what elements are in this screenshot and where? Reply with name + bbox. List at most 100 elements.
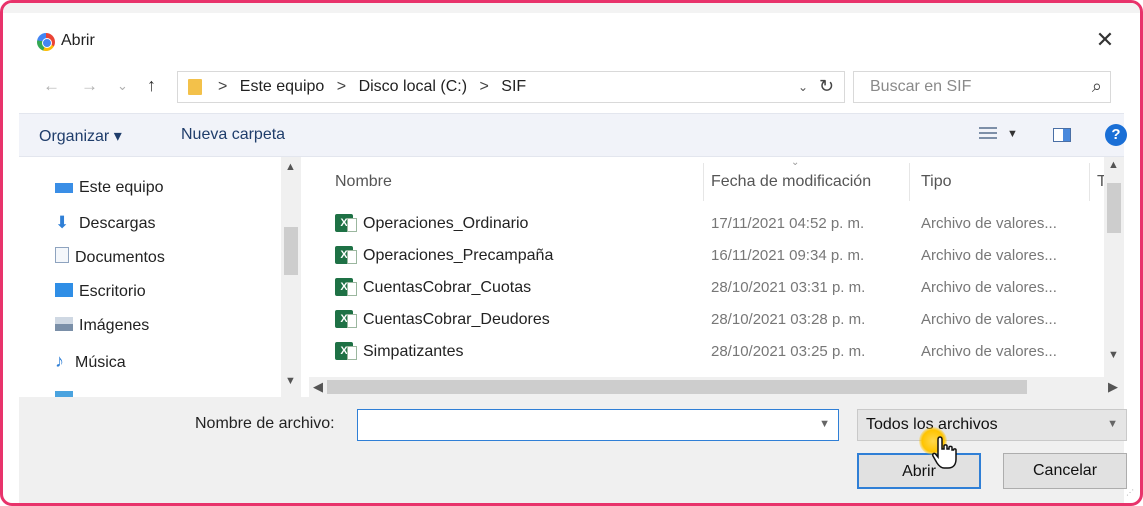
sidebar-item-label: Documentos (75, 249, 165, 266)
scroll-left-icon[interactable]: ◀ (313, 379, 323, 395)
breadcrumb-separator: > (479, 78, 489, 95)
address-bar[interactable]: > Este equipo > Disco local (C:) > SIF ⌄… (177, 71, 845, 103)
close-icon[interactable]: ✕ (1090, 27, 1120, 53)
sidebar-item-partial[interactable] (55, 385, 79, 397)
sidebar-item-descargas[interactable]: ⬇ Descargas (55, 213, 155, 237)
refresh-icon[interactable]: ↻ (819, 76, 834, 97)
breadcrumb-sif[interactable]: SIF (501, 78, 526, 95)
file-name: CuentasCobrar_Cuotas (363, 279, 532, 296)
excel-file-icon: X (335, 214, 357, 232)
filename-label: Nombre de archivo: (195, 415, 335, 432)
scroll-down-icon[interactable]: ▼ (285, 375, 296, 387)
file-date: 28/10/2021 03:31 p. m. (711, 279, 866, 296)
excel-file-icon: X (335, 278, 357, 296)
file-type: Archivo de valores... (921, 247, 1057, 264)
cancel-button[interactable]: Cancelar (1003, 453, 1127, 489)
up-arrow-icon[interactable]: ↑ (147, 75, 156, 96)
desktop-icon (55, 283, 73, 297)
column-divider[interactable] (909, 163, 910, 201)
documents-icon (55, 247, 69, 263)
scroll-up-icon[interactable]: ▲ (1108, 159, 1119, 171)
column-header-type[interactable]: Tipo (921, 173, 952, 191)
search-input[interactable]: Buscar en SIF ⌕ (853, 71, 1111, 103)
new-folder-button[interactable]: Nueva carpeta (181, 126, 285, 144)
breadcrumb-separator: > (336, 78, 347, 95)
computer-icon (55, 183, 73, 193)
file-date: 28/10/2021 03:25 p. m. (711, 343, 866, 360)
breadcrumb: > Este equipo > Disco local (C:) > SIF (210, 78, 526, 96)
chevron-down-icon[interactable]: ⌄ (798, 80, 808, 94)
pictures-icon (55, 317, 73, 331)
sidebar-scrollbar[interactable]: ▲ ▼ (281, 157, 301, 397)
breadcrumb-disco-local[interactable]: Disco local (C:) (359, 78, 467, 95)
horizontal-scroll-thumb[interactable] (327, 380, 1027, 394)
title-bar: Abrir ✕ (19, 23, 1124, 63)
download-icon: ⬇ (55, 213, 70, 232)
file-list-horizontal-scrollbar[interactable]: ◀ ▶ (309, 377, 1124, 397)
sidebar-item-documentos[interactable]: Documentos (55, 247, 165, 271)
command-toolbar: Organizar ▾ Nueva carpeta ▼ ? (19, 113, 1127, 157)
sidebar-item-label: Escritorio (79, 283, 146, 300)
preview-pane-icon[interactable] (1053, 128, 1071, 142)
sidebar-item-este-equipo[interactable]: Este equipo (55, 179, 164, 203)
column-divider[interactable] (703, 163, 704, 201)
scroll-down-icon[interactable]: ▼ (1108, 349, 1119, 361)
chevron-down-icon[interactable]: ▼ (819, 418, 830, 430)
filename-input[interactable]: ▼ (357, 409, 839, 441)
file-name: Simpatizantes (363, 343, 464, 360)
breadcrumb-separator: > (218, 78, 228, 95)
view-options-icon[interactable] (979, 127, 997, 141)
file-type-select[interactable]: Todos los archivos ▼ (857, 409, 1127, 441)
recent-locations-icon[interactable]: ⌄ (117, 78, 128, 94)
file-row[interactable]: X Simpatizantes 28/10/2021 03:25 p. m. A… (309, 339, 1094, 365)
file-row[interactable]: X CuentasCobrar_Cuotas 28/10/2021 03:31 … (309, 275, 1094, 301)
file-row[interactable]: X Operaciones_Precampaña 16/11/2021 09:3… (309, 243, 1094, 269)
help-icon[interactable]: ? (1105, 124, 1127, 146)
file-name: CuentasCobrar_Deudores (363, 311, 550, 328)
dialog-title: Abrir (61, 32, 95, 49)
organize-button[interactable]: Organizar ▾ (39, 126, 122, 146)
hand-cursor-icon (932, 436, 957, 469)
vertical-scroll-thumb[interactable] (1107, 183, 1121, 233)
sidebar-scroll-thumb[interactable] (284, 227, 298, 275)
forward-arrow-icon[interactable]: → (81, 76, 98, 96)
search-placeholder: Buscar en SIF (870, 78, 972, 95)
scroll-right-icon[interactable]: ▶ (1108, 379, 1118, 395)
file-type: Archivo de valores... (921, 311, 1057, 328)
sidebar-item-label: Este equipo (79, 179, 164, 196)
chevron-down-icon[interactable]: ▼ (1107, 418, 1118, 430)
file-list-vertical-scrollbar[interactable]: ▲ ▼ (1104, 157, 1124, 377)
search-icon[interactable]: ⌕ (1092, 76, 1102, 97)
file-type: Archivo de valores... (921, 343, 1057, 360)
back-arrow-icon[interactable]: ← (43, 76, 60, 96)
sidebar-item-label: Música (75, 354, 126, 371)
resize-grip-icon[interactable]: ⋰ (1126, 488, 1134, 497)
file-name: Operaciones_Ordinario (363, 215, 529, 232)
excel-file-icon: X (335, 246, 357, 264)
sidebar-item-imagenes[interactable]: Imágenes (55, 317, 149, 341)
scroll-up-icon[interactable]: ▲ (285, 161, 296, 173)
navigation-bar: ← → ⌄ ↑ > Este equipo > Disco local (C:)… (19, 69, 1124, 105)
column-header-name[interactable]: Nombre (335, 173, 392, 191)
chevron-down-icon[interactable]: ▼ (1007, 128, 1018, 140)
sort-indicator-icon: ⌄ (791, 157, 800, 168)
chrome-icon (37, 33, 55, 51)
sidebar-item-musica[interactable]: ♪ Música (55, 351, 126, 375)
file-row[interactable]: X CuentasCobrar_Deudores 28/10/2021 03:2… (309, 307, 1094, 333)
column-header-date[interactable]: Fecha de modificación (711, 173, 871, 191)
top-shade (3, 3, 1140, 13)
breadcrumb-este-equipo[interactable]: Este equipo (240, 78, 325, 95)
column-divider[interactable] (1089, 163, 1090, 201)
file-date: 17/11/2021 04:52 p. m. (711, 215, 865, 232)
sidebar-item-escritorio[interactable]: Escritorio (55, 283, 146, 307)
navigation-pane: Este equipo ⬇ Descargas Documentos Escrit… (19, 157, 301, 397)
file-date: 28/10/2021 03:28 p. m. (711, 311, 866, 328)
file-type: Archivo de valores... (921, 215, 1057, 232)
file-row[interactable]: X Operaciones_Ordinario 17/11/2021 04:52… (309, 211, 1094, 237)
sidebar-item-label: Descargas (79, 215, 156, 232)
open-button[interactable]: Abrir (857, 453, 981, 489)
music-icon: ♪ (55, 351, 64, 371)
file-date: 16/11/2021 09:34 p. m. (711, 247, 865, 264)
file-list: ⌄ Nombre Fecha de modificación Tipo Tam … (309, 157, 1124, 397)
excel-file-icon: X (335, 310, 357, 328)
